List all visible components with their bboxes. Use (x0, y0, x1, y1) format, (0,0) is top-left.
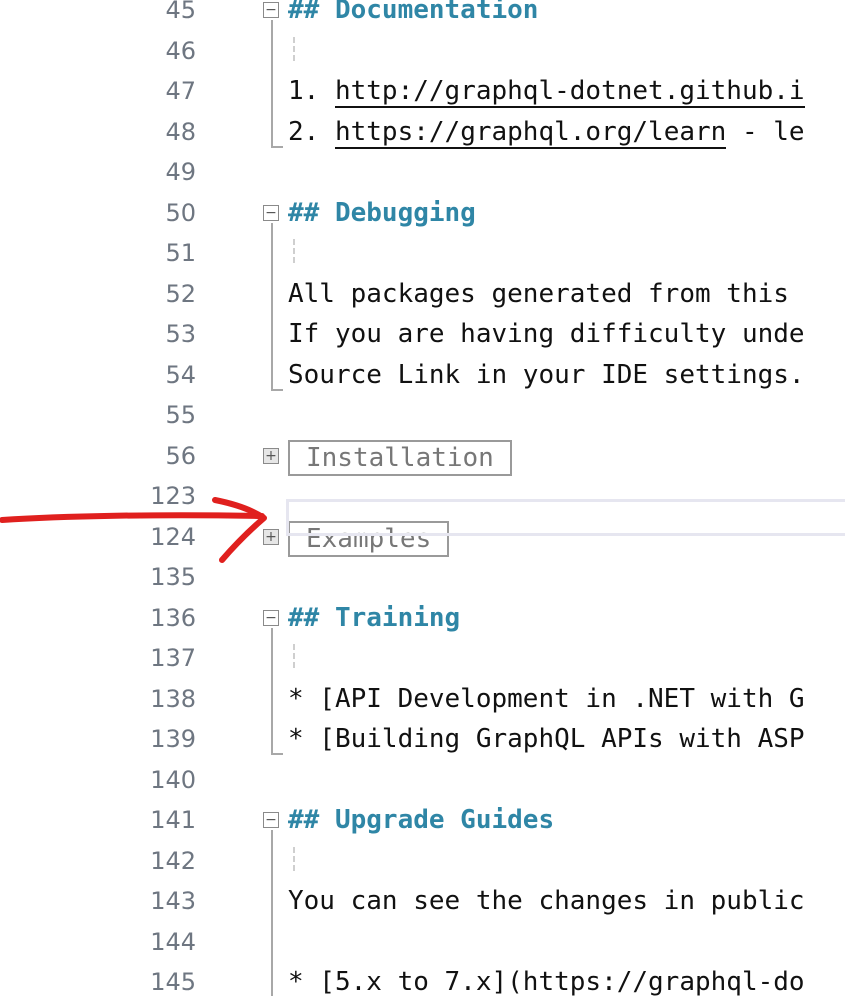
editor-line[interactable]: 140 (0, 760, 845, 800)
fold-guide (271, 20, 273, 146)
fold-collapse-icon[interactable]: − (263, 812, 279, 828)
line-number: 49 (165, 158, 196, 186)
line-number: 145 (150, 968, 196, 996)
hyperlink[interactable]: https://graphql.org/learn (334, 116, 727, 149)
fold-collapse-icon[interactable]: − (263, 204, 279, 221)
line-number: 144 (150, 927, 196, 956)
line-number: 137 (150, 644, 196, 672)
code-text: You can see the changes in public (288, 886, 805, 916)
editor-line[interactable]: 49 (0, 152, 845, 192)
collapsed-section[interactable]: Installation (288, 439, 512, 476)
editor-line[interactable]: 52 All packages generated from this (0, 274, 845, 314)
fold-guide-end (271, 753, 283, 755)
line-number: 45 (165, 0, 196, 24)
code-text: If you are having difficulty unde (288, 319, 805, 349)
markdown-heading: ## Documentation (288, 0, 539, 25)
code-text: * [5.x to 7.x](https://graphql-do (288, 967, 805, 997)
line-number: 47 (165, 77, 196, 105)
fold-guide-end (271, 388, 283, 391)
editor-line[interactable]: 47 1. http://graphql-dotnet.github.i (0, 71, 845, 111)
line-number: 55 (165, 401, 196, 429)
line-number: 143 (150, 887, 196, 915)
editor-line[interactable]: 48 2. https://graphql.org/learn - le (0, 112, 845, 152)
code-text: 1. http://graphql-dotnet.github.i (288, 71, 805, 111)
code-text: * [API Development in .NET with G (288, 683, 805, 714)
editor-line[interactable]: 54 Source Link in your IDE settings. (0, 355, 845, 395)
editor-line[interactable]: 143 You can see the changes in public (0, 881, 845, 921)
fold-guide-end (271, 145, 283, 148)
hyperlink[interactable]: http://graphql-dotnet.github.i (334, 76, 805, 108)
editor-line[interactable]: 138 * [API Development in .NET with G (0, 679, 845, 719)
line-number: 48 (165, 117, 196, 146)
editor-line[interactable]: 142 (0, 841, 845, 881)
editor-line[interactable]: 145 * [5.x to 7.x](https://graphql-do (0, 962, 845, 1002)
markdown-heading: ## Training (288, 602, 461, 633)
fold-expand-icon[interactable]: + (263, 447, 279, 464)
editor-line[interactable]: 56 + Installation (0, 436, 845, 476)
link-suffix: - le (726, 116, 805, 147)
editor-line[interactable]: 53 If you are having difficulty unde (0, 314, 845, 354)
editor-line[interactable]: 50 − ## Debugging (0, 193, 845, 233)
line-number: 139 (150, 725, 196, 753)
editor-line[interactable]: 139 * [Building GraphQL APIs with ASP (0, 719, 845, 759)
editor-line[interactable]: 46 (0, 31, 845, 71)
list-prefix: 1. (288, 76, 335, 106)
line-number: 50 (165, 198, 196, 227)
current-line-highlight (286, 499, 845, 536)
indent-guide (293, 36, 295, 61)
code-text: 2. https://graphql.org/learn - le (288, 112, 805, 152)
fold-guide (271, 627, 273, 753)
code-text: Source Link in your IDE settings. (288, 359, 805, 390)
fold-collapse-icon[interactable]: − (263, 609, 279, 626)
fold-guide (271, 830, 273, 996)
line-number: 136 (150, 603, 196, 632)
indent-guide (293, 846, 295, 871)
line-number: 138 (150, 684, 196, 713)
editor-line[interactable]: 136 − ## Training (0, 598, 845, 638)
code-editor[interactable]: 45− ## Documentation 46 47 1. http://graphql… (0, 0, 845, 1002)
line-number: 140 (150, 765, 196, 794)
fold-collapse-icon[interactable]: − (263, 2, 279, 18)
line-number: 53 (165, 320, 196, 348)
line-number: 142 (150, 846, 196, 875)
markdown-heading: ## Debugging (288, 197, 476, 228)
fold-guide (271, 222, 273, 389)
line-number: 54 (165, 360, 196, 389)
markdown-heading: ## Upgrade Guides (288, 805, 555, 835)
line-number: 56 (165, 441, 196, 470)
editor-line[interactable]: 144 (0, 922, 845, 962)
editor-line[interactable]: 137 (0, 638, 845, 678)
line-number: 51 (165, 239, 196, 267)
indent-guide (293, 644, 295, 668)
list-prefix: 2. (288, 116, 335, 147)
editor-line[interactable]: 51 (0, 233, 845, 273)
code-text: All packages generated from this (288, 278, 789, 309)
editor-line[interactable]: 55 (0, 395, 845, 435)
editor-line[interactable]: 45 − ## Documentation (0, 0, 845, 30)
line-number: 52 (165, 279, 196, 308)
code-text: * [Building GraphQL APIs with ASP (288, 724, 805, 754)
annotation-arrow-icon (0, 497, 267, 563)
editor-line[interactable]: 141 − ## Upgrade Guides (0, 800, 845, 840)
indent-guide (293, 239, 295, 263)
line-number: 141 (150, 806, 196, 834)
line-number: 46 (165, 36, 196, 65)
